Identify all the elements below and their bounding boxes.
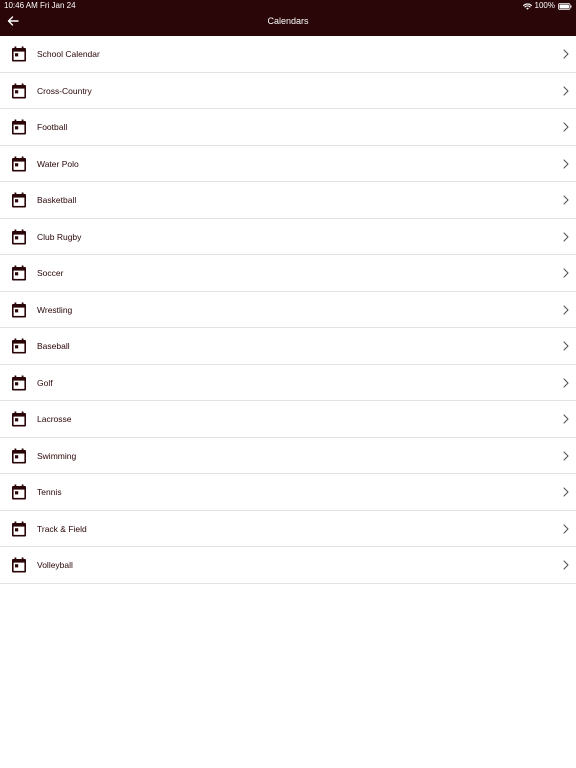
calendar-label: School Calendar — [37, 49, 100, 59]
calendar-list-item[interactable]: Lacrosse — [0, 401, 576, 438]
calendar-list-item[interactable]: Golf — [0, 365, 576, 401]
wifi-icon — [522, 2, 532, 10]
calendar-label: Swimming — [37, 450, 77, 461]
status-time: 10:46 AM — [4, 1, 38, 10]
calendar-label: Tennis — [37, 487, 62, 497]
calendar-list-item[interactable]: Volleyball — [0, 547, 576, 584]
calendar-list-item[interactable]: Tennis — [0, 474, 576, 511]
calendar-icon — [11, 448, 27, 464]
calendar-list-item[interactable]: Baseball — [0, 328, 576, 365]
chevron-right-icon — [563, 158, 569, 169]
chevron-right-icon — [563, 304, 569, 315]
chevron-right-icon — [563, 377, 569, 388]
calendar-label: Wrestling — [37, 304, 73, 315]
calendar-list-item[interactable]: Cross-Country — [0, 73, 576, 109]
calendar-label: Football — [37, 122, 68, 132]
calendar-list-item[interactable]: Football — [0, 109, 576, 146]
calendar-icon — [11, 411, 27, 427]
calendar-icon — [11, 302, 27, 318]
chevron-right-icon — [563, 49, 569, 59]
calendar-icon — [11, 229, 27, 245]
calendar-label: Volleyball — [37, 560, 73, 570]
battery-icon — [558, 2, 572, 10]
calendar-list-item[interactable]: Wrestling — [0, 292, 576, 328]
calendar-label: Cross-Country — [37, 85, 92, 96]
calendar-icon — [11, 46, 27, 62]
calendar-icon — [11, 557, 27, 573]
calendar-list: School Calendar Cross-Country Football Wate… — [0, 36, 576, 584]
calendar-list-item[interactable]: Soccer — [0, 255, 576, 292]
calendar-icon — [11, 83, 27, 99]
calendar-icon — [11, 484, 27, 500]
calendar-icon — [11, 375, 27, 391]
chevron-right-icon — [563, 268, 569, 278]
calendar-icon — [11, 192, 27, 208]
chevron-right-icon — [563, 414, 569, 424]
page-title: Calendars — [267, 16, 309, 26]
calendar-label: Basketball — [37, 195, 77, 205]
calendar-label: Water Polo — [37, 158, 79, 169]
chevron-right-icon — [563, 341, 569, 351]
calendar-icon — [11, 156, 27, 172]
calendar-label: Club Rugby — [37, 231, 82, 242]
calendar-list-item[interactable]: Club Rugby — [0, 219, 576, 255]
calendar-icon — [11, 265, 27, 281]
calendar-icon — [11, 338, 27, 354]
calendar-list-item[interactable]: Water Polo — [0, 146, 576, 182]
calendar-list-item[interactable]: Basketball — [0, 182, 576, 219]
calendar-icon — [11, 521, 27, 537]
calendar-list-item[interactable]: Swimming — [0, 438, 576, 474]
chevron-right-icon — [563, 487, 569, 497]
chevron-right-icon — [563, 560, 569, 570]
chevron-right-icon — [563, 450, 569, 461]
chevron-right-icon — [563, 523, 569, 534]
chevron-right-icon — [563, 195, 569, 205]
calendar-label: Baseball — [37, 341, 70, 351]
calendar-list-item[interactable]: School Calendar — [0, 36, 576, 73]
calendar-label: Golf — [37, 377, 53, 388]
calendar-icon — [11, 119, 27, 135]
calendar-label: Soccer — [37, 268, 64, 278]
chevron-right-icon — [563, 231, 569, 242]
status-indicators: 100% — [522, 1, 572, 11]
chevron-right-icon — [563, 122, 569, 132]
chevron-right-icon — [563, 85, 569, 96]
battery-percentage: 100% — [534, 1, 555, 10]
status-date: Fri Jan 24 — [40, 1, 76, 10]
calendar-label: Lacrosse — [37, 414, 72, 424]
calendar-list-item[interactable]: Track & Field — [0, 511, 576, 547]
calendar-label: Track & Field — [37, 523, 87, 534]
navigation-header: 10:46 AM Fri Jan 24 100% Calendars — [0, 0, 576, 36]
